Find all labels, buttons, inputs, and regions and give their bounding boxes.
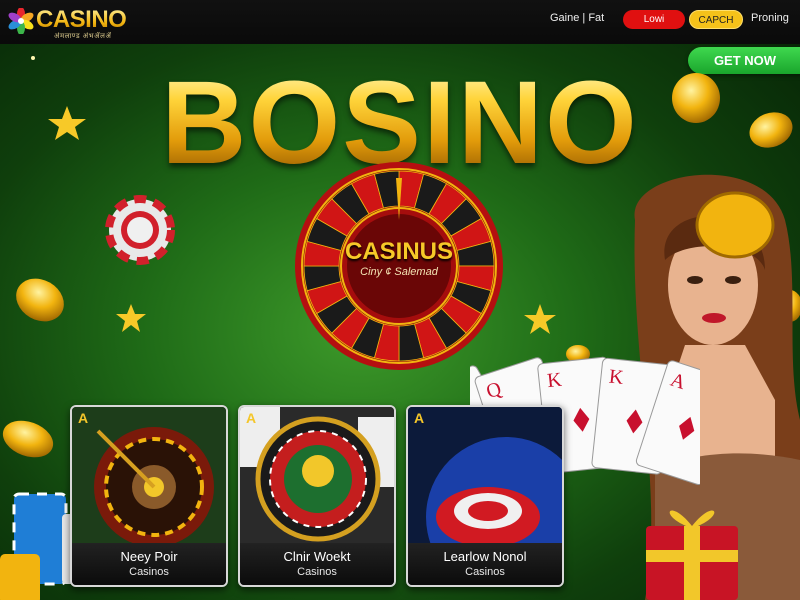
star-icon	[116, 304, 146, 332]
card-caption: Clnir Woekt Casinos	[240, 543, 394, 585]
top-bar: CASINO ॳमलाण्ड ॳभॲलॲ Gaine | Fat Lowi CA…	[0, 0, 800, 44]
game-card-wheel[interactable]: A Clnir Woekt Casinos	[238, 405, 396, 587]
sparkle-icon	[31, 56, 35, 60]
game-card-chip[interactable]: A Learlow Nonol Casinos	[406, 405, 564, 587]
gold-coin-icon	[2, 420, 54, 458]
star-icon	[524, 304, 556, 334]
wheel-art-image	[240, 407, 394, 543]
poker-chip-icon	[105, 195, 175, 265]
star-icon	[48, 106, 86, 140]
card-caption: Neey Poir Casinos	[72, 543, 226, 585]
login-pill-button[interactable]: Lowi	[623, 10, 685, 29]
ace-mark: A	[414, 410, 425, 426]
card-title: Clnir Woekt	[283, 549, 351, 564]
gold-coin-icon	[749, 112, 793, 148]
catch-pill-button[interactable]: CAPCH	[689, 10, 743, 29]
card-title: Learlow Nonol	[443, 549, 527, 564]
flower-icon	[8, 8, 34, 34]
logo-tagline: ॳमलाण्ड ॳभॲलॲ	[54, 33, 112, 40]
gold-coin-icon	[16, 278, 64, 322]
chip-art-image	[408, 407, 562, 543]
card-subtitle: Casinos	[297, 566, 337, 578]
playing-card-rank: K	[546, 369, 563, 392]
card-caption: Learlow Nonol Casinos	[408, 543, 562, 585]
game-card-roulette[interactable]: A Neey Poir Casinos	[70, 405, 228, 587]
card-subtitle: Casinos	[465, 566, 505, 578]
site-logo[interactable]: CASINO ॳमलाण्ड ॳभॲलॲ	[8, 6, 148, 40]
wheel-subtitle: Ciny ¢ Salemad	[360, 266, 438, 278]
card-title: Neey Poir	[120, 549, 178, 564]
ace-mark: A	[78, 410, 89, 426]
playing-card-rank: K	[608, 366, 625, 389]
roulette-art-image	[72, 407, 226, 543]
gold-coin-icon	[672, 73, 720, 123]
logo-wordmark: CASINO	[36, 6, 127, 33]
ace-mark: A	[246, 410, 257, 426]
gift-box-icon	[646, 510, 738, 600]
wheel-title: CASINUS	[344, 238, 453, 265]
promotions-link[interactable]: Proning	[751, 12, 789, 24]
nav-links[interactable]: Gaine | Fat	[550, 12, 604, 24]
card-subtitle: Casinos	[129, 566, 169, 578]
